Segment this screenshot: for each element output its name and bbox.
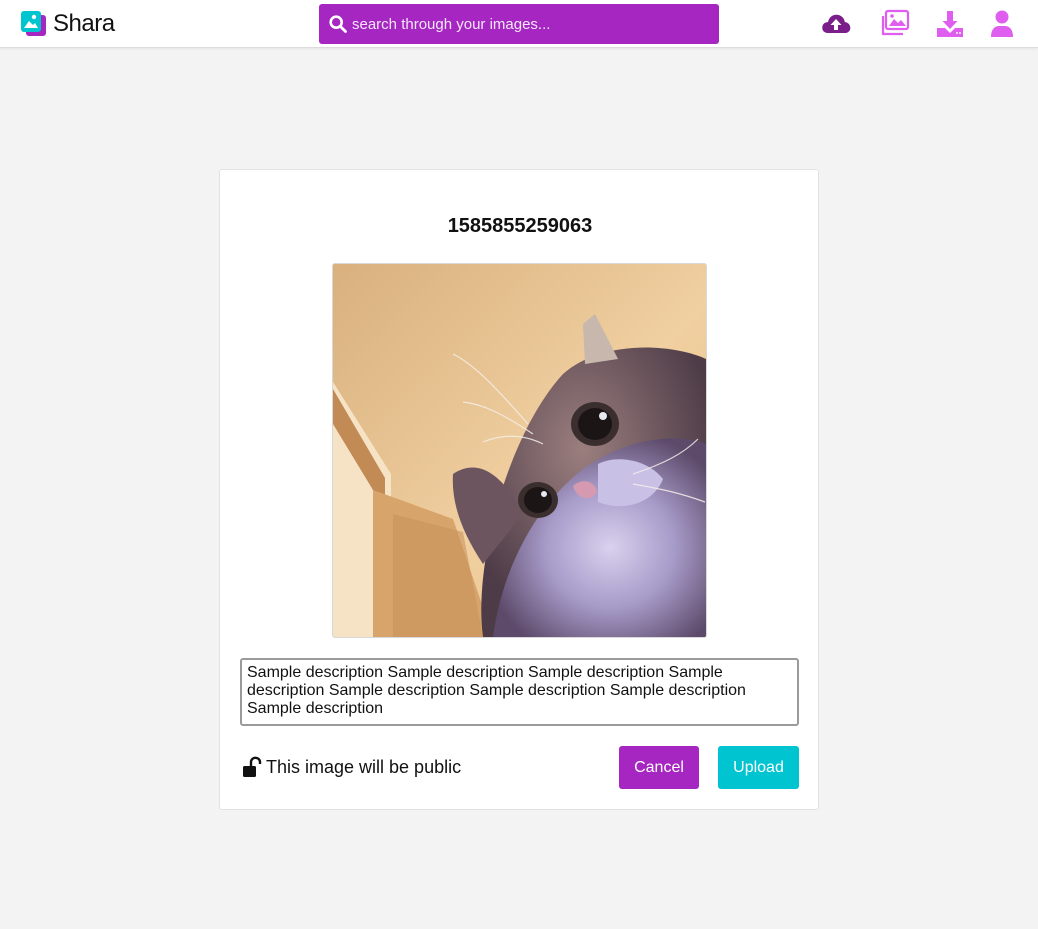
description-textarea[interactable]: Sample description Sample description Sa…: [240, 658, 799, 726]
logo-icon: [21, 11, 46, 36]
image-preview: [332, 263, 707, 638]
gallery-icon[interactable]: [880, 9, 910, 39]
upload-card: 1585855259063 Sample description Sample …: [219, 169, 819, 810]
cancel-button[interactable]: Cancel: [619, 746, 699, 789]
image-title: 1585855259063: [447, 215, 593, 237]
visibility-label: This image will be public: [266, 757, 462, 777]
upload-button[interactable]: Upload: [718, 746, 799, 789]
cat-photo: [333, 264, 706, 637]
download-icon[interactable]: [936, 9, 964, 39]
upload-cloud-icon[interactable]: [820, 8, 852, 40]
search-bar[interactable]: [319, 4, 719, 44]
logo[interactable]: Shara: [20, 10, 115, 38]
logo-text: Shara: [53, 10, 115, 37]
user-icon[interactable]: [990, 10, 1014, 38]
top-navbar: Shara: [0, 0, 1038, 48]
visibility-toggle[interactable]: This image will be public: [242, 755, 461, 779]
unlock-icon: [243, 756, 262, 777]
search-input[interactable]: [352, 9, 702, 39]
search-icon: [329, 15, 347, 33]
